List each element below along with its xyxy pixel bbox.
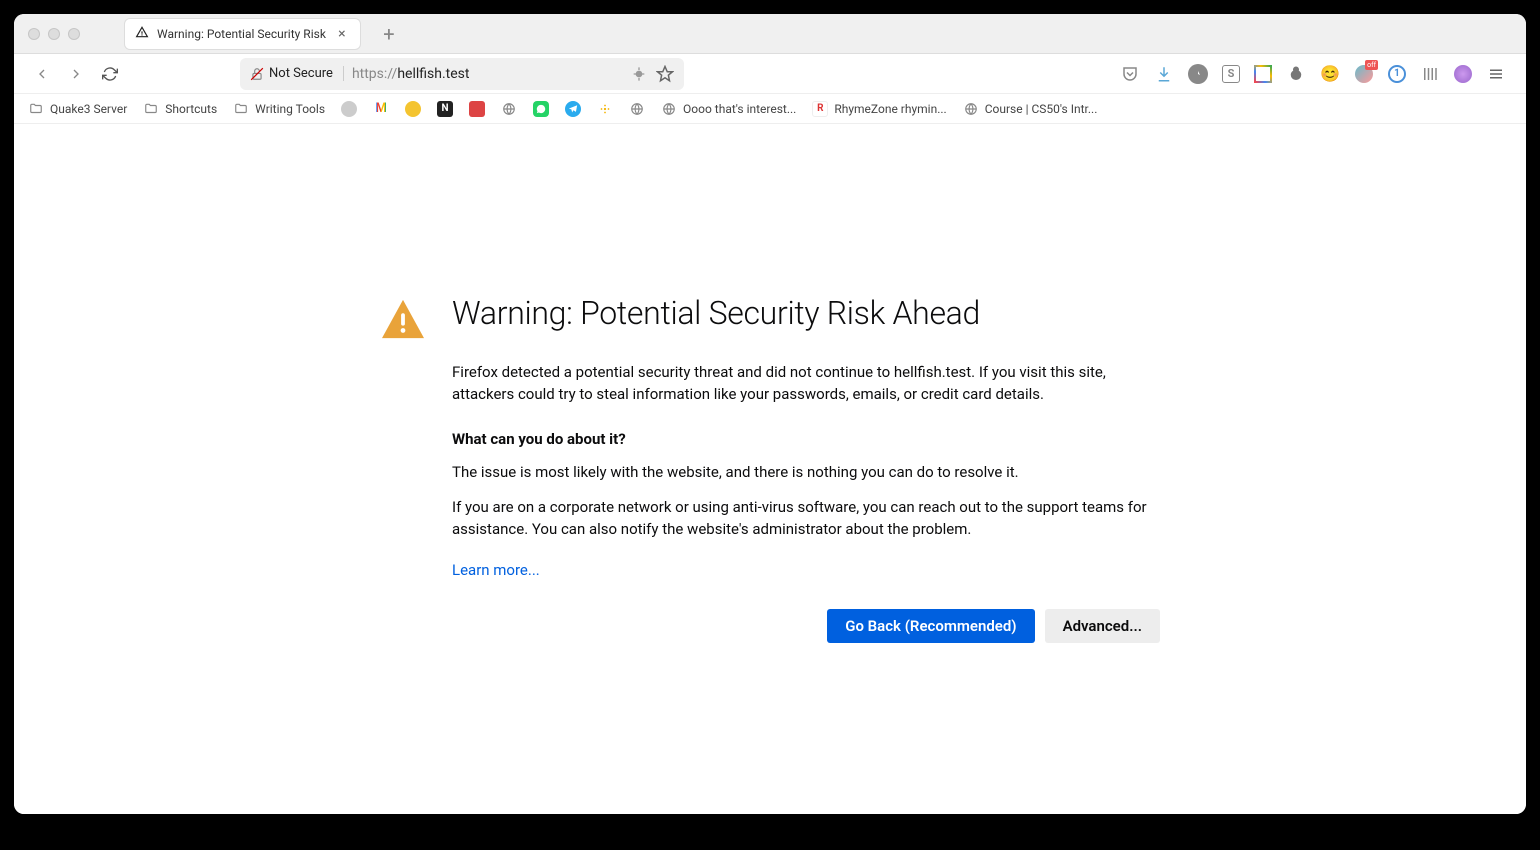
extension-icon-3[interactable] [1254,65,1272,83]
extension-icon-1[interactable] [1188,64,1208,84]
tab-title: Warning: Potential Security Risk [157,27,326,41]
learn-more-link[interactable]: Learn more... [452,561,540,579]
go-back-button[interactable]: Go Back (Recommended) [827,609,1034,643]
security-indicator[interactable]: Not Secure [250,66,344,81]
podcast-icon [597,101,613,117]
bookmark-rhymezone[interactable]: RRhymeZone rhymin... [812,101,946,117]
address-bar[interactable]: Not Secure https://hellfish.test [240,58,684,90]
error-title: Warning: Potential Security Risk Ahead [452,294,1160,332]
folder-icon [233,101,249,117]
bookmark-telegram[interactable] [565,101,581,117]
folder-icon [28,101,44,117]
notion-icon: N [437,101,453,117]
pocket-icon[interactable] [1120,64,1140,84]
favicon [469,101,485,117]
reload-button[interactable] [96,60,124,88]
bookmark-star-icon[interactable] [656,65,674,83]
error-p2: If you are on a corporate network or usi… [452,497,1160,541]
extension-icon-4[interactable] [1286,64,1306,84]
extension-icon-9[interactable] [1454,65,1472,83]
maximize-window[interactable] [68,28,80,40]
bookmark-oooo[interactable]: Oooo that's interest... [661,101,796,117]
close-window[interactable] [28,28,40,40]
whatsapp-icon [533,101,549,117]
error-subtitle: What can you do about it? [452,430,1160,448]
error-p1: The issue is most likely with the websit… [452,462,1160,484]
rhymezone-icon: R [812,101,828,117]
tab-bar: Warning: Potential Security Risk × + [14,14,1526,54]
globe-icon [629,101,645,117]
extension-icon-5[interactable]: 😊 [1320,64,1340,84]
bug-icon[interactable] [630,65,648,83]
bookmark-cs50[interactable]: Course | CS50's Intr... [963,101,1098,117]
globe-icon [501,101,517,117]
bookmark-item[interactable] [405,101,421,117]
forward-button[interactable] [62,60,90,88]
favicon [405,101,421,117]
security-error-page: Warning: Potential Security Risk Ahead F… [380,294,1160,814]
bookmark-whatsapp[interactable] [533,101,549,117]
menu-icon[interactable] [1486,64,1506,84]
download-icon[interactable] [1154,64,1174,84]
browser-window: Warning: Potential Security Risk × + Not… [14,14,1526,814]
warning-triangle-icon [135,24,149,43]
bookmark-notion[interactable]: N [437,101,453,117]
bookmark-item[interactable] [469,101,485,117]
bookmark-item[interactable] [341,101,357,117]
tab-close-icon[interactable]: × [334,26,350,42]
extension-icon-2[interactable]: S [1222,65,1240,83]
url-text: https://hellfish.test [352,66,622,82]
bookmark-quake3[interactable]: Quake3 Server [28,101,127,117]
telegram-icon [565,101,581,117]
security-label: Not Secure [269,66,333,81]
extension-icon-8[interactable] [1420,64,1440,84]
advanced-button[interactable]: Advanced... [1045,609,1160,643]
toolbar-icons: S 😊 off 1 [1120,64,1512,84]
globe-icon [661,101,677,117]
error-body: Firefox detected a potential security th… [452,362,1160,406]
bookmarks-bar: Quake3 Server Shortcuts Writing Tools M … [14,94,1526,124]
page-content: Warning: Potential Security Risk Ahead F… [14,124,1526,814]
extension-icon-7[interactable]: 1 [1388,65,1406,83]
bookmark-item[interactable] [501,101,517,117]
bookmark-item[interactable] [597,101,613,117]
back-button[interactable] [28,60,56,88]
error-content: Warning: Potential Security Risk Ahead F… [452,294,1160,814]
gmail-icon: M [373,101,389,117]
toolbar: Not Secure https://hellfish.test S 😊 off… [14,54,1526,94]
globe-icon [963,101,979,117]
bookmark-shortcuts[interactable]: Shortcuts [143,101,217,117]
bookmark-gmail[interactable]: M [373,101,389,117]
window-controls [14,28,94,40]
warning-icon [380,298,426,814]
favicon [341,101,357,117]
new-tab-button[interactable]: + [379,22,399,46]
error-buttons: Go Back (Recommended) Advanced... [452,609,1160,643]
minimize-window[interactable] [48,28,60,40]
bookmark-writing-tools[interactable]: Writing Tools [233,101,325,117]
folder-icon [143,101,159,117]
extension-icon-6[interactable]: off [1354,64,1374,84]
bookmark-item[interactable] [629,101,645,117]
browser-tab[interactable]: Warning: Potential Security Risk × [124,18,361,50]
